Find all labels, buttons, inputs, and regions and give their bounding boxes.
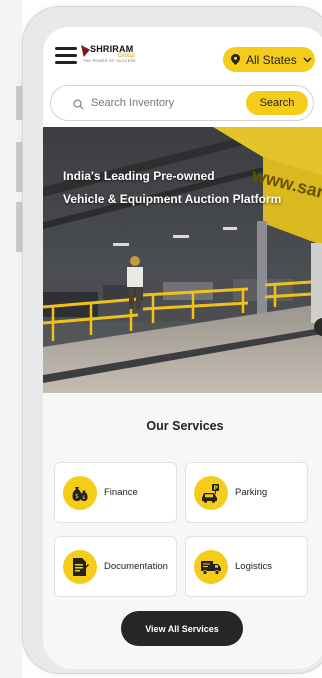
state-selector-label: All States	[246, 52, 297, 67]
logo-mark	[81, 45, 90, 57]
state-selector-button[interactable]: All States	[223, 47, 315, 72]
service-card-finance[interactable]: $ $ Finance	[54, 462, 177, 523]
service-label: Logistics	[235, 561, 272, 572]
document-icon	[63, 549, 97, 584]
service-card-documentation[interactable]: Documentation	[54, 536, 177, 597]
background-strip	[0, 0, 22, 678]
hero-banner: www.sami India's Leading Pre-owned Vehic…	[43, 127, 322, 393]
search-button[interactable]: Search	[246, 91, 308, 115]
search-icon	[73, 97, 84, 115]
search-bar: Search	[50, 85, 314, 121]
svg-text:$: $	[82, 495, 85, 501]
phone-screen: SHRIRAM Group THE POWER OF SUCCESS All S…	[43, 27, 322, 669]
service-label: Parking	[235, 487, 268, 498]
location-pin-icon	[231, 54, 240, 65]
search-input[interactable]	[91, 94, 241, 112]
logo-tagline: THE POWER OF SUCCESS	[83, 59, 136, 63]
hero-headline-line2: Vehicle & Equipment Auction Platform	[63, 192, 282, 206]
hamburger-menu-icon[interactable]	[55, 47, 77, 64]
money-bags-icon: $ $	[63, 475, 97, 510]
services-heading: Our Services	[146, 419, 224, 433]
chevron-down-icon	[303, 57, 312, 63]
phone-frame: SHRIRAM Group THE POWER OF SUCCESS All S…	[22, 6, 322, 674]
truck-icon	[194, 549, 228, 584]
service-card-parking[interactable]: P Parking	[185, 462, 308, 523]
header: SHRIRAM Group THE POWER OF SUCCESS All S…	[43, 27, 322, 139]
service-label: Finance	[104, 487, 138, 498]
parked-car-icon: P	[194, 475, 228, 510]
hero-headline-line1: India's Leading Pre-owned	[63, 169, 215, 183]
hero-headline: India's Leading Pre-owned Vehicle & Equi…	[63, 165, 303, 211]
service-label: Documentation	[104, 561, 168, 572]
svg-text:$: $	[75, 493, 79, 500]
svg-text:P: P	[214, 485, 219, 492]
view-all-services-button[interactable]: View All Services	[121, 611, 243, 646]
service-card-logistics[interactable]: Logistics	[185, 536, 308, 597]
shriram-logo[interactable]: SHRIRAM Group THE POWER OF SUCCESS	[81, 43, 136, 67]
